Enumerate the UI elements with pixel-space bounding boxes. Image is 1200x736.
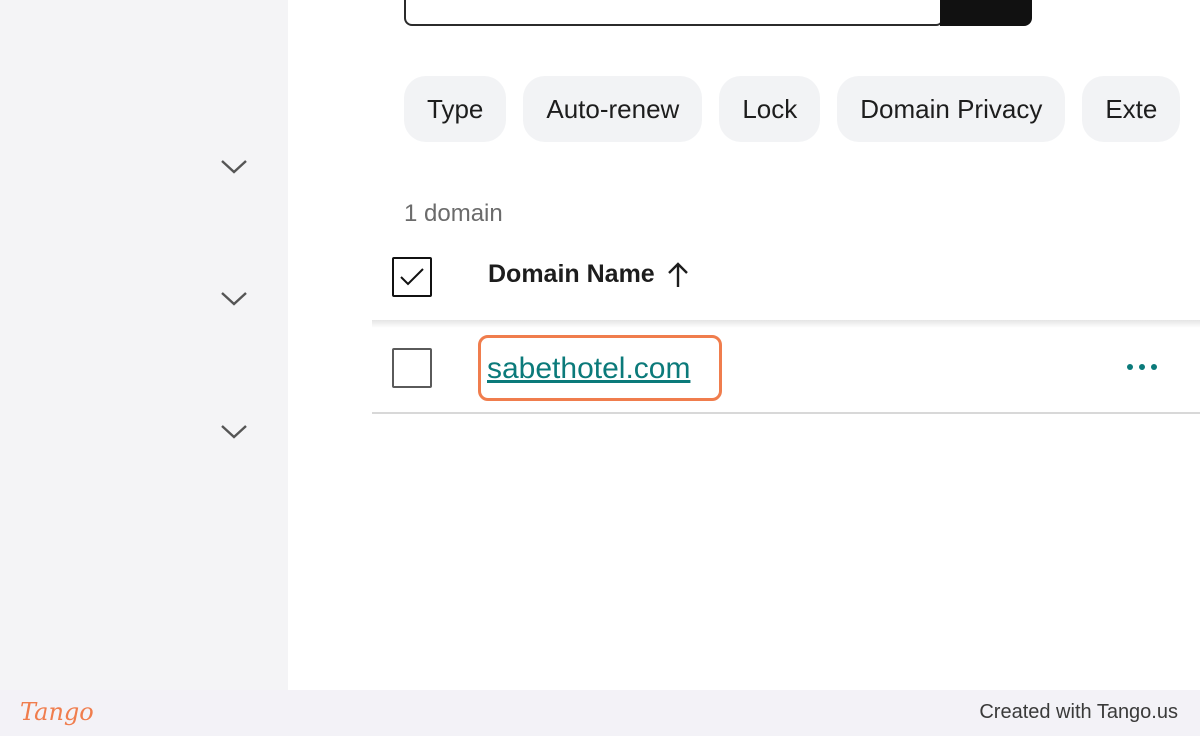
chevron-down-icon[interactable] <box>216 287 252 311</box>
more-horizontal-icon[interactable] <box>1120 352 1164 382</box>
column-header-domain-name[interactable]: Domain Name <box>488 260 689 289</box>
filter-chip-expiration[interactable]: Exte <box>1082 76 1181 142</box>
search-input[interactable] <box>404 0 944 26</box>
chevron-down-icon[interactable] <box>216 155 252 179</box>
chevron-down-icon[interactable] <box>216 420 252 444</box>
search-button[interactable] <box>940 0 1032 26</box>
filter-chips: Type Auto-renew Lock Domain Privacy Exte <box>404 76 1181 142</box>
filter-chip-domain-privacy[interactable]: Domain Privacy <box>837 76 1066 142</box>
check-icon <box>400 268 424 286</box>
tango-logo: Tango <box>20 698 94 726</box>
footer: Tango Created with Tango.us <box>0 690 1200 736</box>
sidebar <box>0 0 288 690</box>
arrow-up-icon <box>667 261 688 287</box>
domain-count: 1 domain <box>404 200 503 227</box>
header-divider <box>372 320 1200 328</box>
row-divider <box>372 412 1200 414</box>
row-checkbox[interactable] <box>392 348 432 388</box>
filter-chip-type[interactable]: Type <box>404 76 507 142</box>
select-all-checkbox[interactable] <box>392 257 432 297</box>
domain-link[interactable]: sabethotel.com <box>487 352 690 386</box>
filter-chip-lock[interactable]: Lock <box>719 76 821 142</box>
filter-chip-auto-renew[interactable]: Auto-renew <box>523 76 703 142</box>
column-header-label: Domain Name <box>488 260 655 288</box>
footer-credit: Created with Tango.us <box>979 701 1178 723</box>
